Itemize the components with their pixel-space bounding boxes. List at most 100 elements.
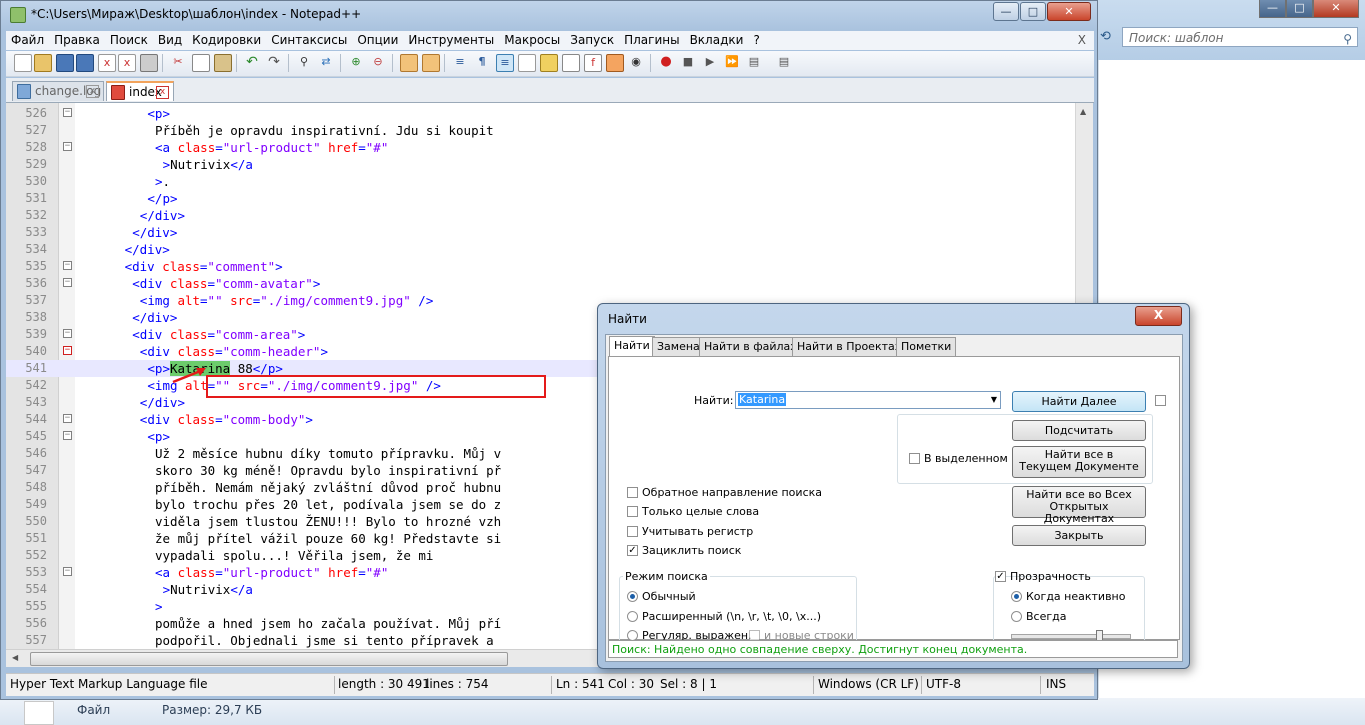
- fold-toggle-icon[interactable]: −: [63, 108, 72, 117]
- find-dialog-title[interactable]: Найти: [608, 312, 647, 326]
- record-macro-icon[interactable]: ●: [658, 54, 674, 70]
- tab-replace[interactable]: Замена: [652, 337, 705, 356]
- paste-icon[interactable]: [214, 54, 232, 72]
- function-list-icon[interactable]: [562, 54, 580, 72]
- menu-macro[interactable]: Макросы: [499, 31, 565, 50]
- sync-vertical-icon[interactable]: [400, 54, 418, 72]
- run-macro-multiple-icon[interactable]: ⏩: [724, 54, 740, 70]
- zoom-out-icon[interactable]: ⊖: [370, 54, 386, 70]
- code-line[interactable]: 528 − <a class="url-product" href="#": [6, 139, 1093, 156]
- chevron-down-icon[interactable]: ▼: [991, 392, 997, 408]
- close-file-icon[interactable]: x: [98, 54, 116, 72]
- tab-index[interactable]: index x: [106, 81, 174, 101]
- menu-tools[interactable]: Инструменты: [403, 31, 499, 50]
- in-selection-checkbox[interactable]: [909, 453, 920, 464]
- menu-encoding[interactable]: Кодировки: [187, 31, 266, 50]
- new-file-icon[interactable]: [14, 54, 32, 72]
- code-line[interactable]: 534 </div>: [6, 241, 1093, 258]
- play-macro-icon[interactable]: ▶: [702, 54, 718, 70]
- transparency-slider[interactable]: [1011, 630, 1131, 643]
- copy-icon[interactable]: [192, 54, 210, 72]
- fold-toggle-icon[interactable]: −: [63, 346, 72, 355]
- close-icon[interactable]: x: [156, 86, 169, 99]
- scroll-up-icon[interactable]: ▲: [1080, 107, 1086, 116]
- explorer-search-input[interactable]: Поиск: шаблон ⚲: [1122, 27, 1358, 47]
- tab-mark[interactable]: Пометки: [896, 337, 957, 356]
- find-all-open-docs-button[interactable]: Найти все во Всех Открытых Документах: [1012, 486, 1146, 525]
- menu-settings[interactable]: Опции: [352, 31, 403, 50]
- horizontal-scroll-thumb[interactable]: [30, 652, 508, 666]
- fold-toggle-icon[interactable]: −: [63, 329, 72, 338]
- sync-horizontal-icon[interactable]: [422, 54, 440, 72]
- doc-map-icon[interactable]: [540, 54, 558, 72]
- fold-toggle-icon[interactable]: −: [63, 567, 72, 576]
- cut-icon[interactable]: ✂: [170, 54, 186, 70]
- search-icon[interactable]: ⚲: [1343, 29, 1352, 49]
- find-what-input[interactable]: Katarina ▼: [735, 391, 1001, 409]
- menu-window[interactable]: Вкладки: [685, 31, 749, 50]
- menu-edit[interactable]: Правка: [49, 31, 105, 50]
- code-line[interactable]: 526 − <p>: [6, 105, 1093, 122]
- transparency-inactive-radio[interactable]: [1011, 591, 1022, 602]
- code-line[interactable]: 529 >Nutrivix</a: [6, 156, 1093, 173]
- tab-change-log[interactable]: change.log x: [12, 81, 104, 101]
- indent-guide-icon[interactable]: ≡: [496, 54, 514, 72]
- explorer-maximize-button[interactable]: □: [1286, 0, 1313, 18]
- monitoring-icon[interactable]: ◉: [628, 54, 644, 70]
- menu-run[interactable]: Запуск: [565, 31, 619, 50]
- stop-macro-icon[interactable]: ■: [680, 54, 696, 70]
- find-next-button[interactable]: Найти Далее: [1012, 391, 1146, 412]
- fold-toggle-icon[interactable]: −: [63, 431, 72, 440]
- toolbar-more-icon[interactable]: ▤: [776, 54, 792, 70]
- fold-toggle-icon[interactable]: −: [63, 261, 72, 270]
- menu-help[interactable]: ?: [748, 31, 764, 50]
- code-line[interactable]: 535 − <div class="comment">: [6, 258, 1093, 275]
- whole-word-checkbox[interactable]: [627, 506, 638, 517]
- find-all-current-doc-button[interactable]: Найти все в Текущем Документе: [1012, 446, 1146, 478]
- code-line[interactable]: 536 − <div class="comm-avatar">: [6, 275, 1093, 292]
- title-bar[interactable]: *C:\Users\Мираж\Desktop\шаблон\index - N…: [1, 1, 1099, 29]
- redo-icon[interactable]: ↷: [266, 54, 282, 70]
- minimize-button[interactable]: —: [993, 2, 1019, 21]
- find-next-extra-checkbox[interactable]: [1155, 395, 1166, 406]
- menu-view[interactable]: Вид: [153, 31, 187, 50]
- open-file-icon[interactable]: [34, 54, 52, 72]
- fold-toggle-icon[interactable]: −: [63, 414, 72, 423]
- print-icon[interactable]: [140, 54, 158, 72]
- transparency-checkbox[interactable]: ✓: [995, 571, 1006, 582]
- replace-icon[interactable]: ⇄: [318, 54, 334, 70]
- show-all-chars-icon[interactable]: ¶: [474, 54, 490, 70]
- wrap-around-checkbox[interactable]: ✓: [627, 545, 638, 556]
- explorer-minimize-button[interactable]: —: [1259, 0, 1286, 18]
- tab-find-in-projects[interactable]: Найти в Проектах: [792, 337, 907, 356]
- undo-icon[interactable]: ↶: [244, 54, 260, 70]
- menu-search[interactable]: Поиск: [105, 31, 153, 50]
- backward-direction-checkbox[interactable]: [627, 487, 638, 498]
- menu-language[interactable]: Синтаксисы: [266, 31, 352, 50]
- word-wrap-icon[interactable]: ≡: [452, 54, 468, 70]
- code-line[interactable]: 527 Příběh je opravdu inspirativní. Jdu s…: [6, 122, 1093, 139]
- save-icon[interactable]: [56, 54, 74, 72]
- close-button[interactable]: ✕: [1047, 2, 1091, 21]
- tab-find[interactable]: Найти: [609, 336, 655, 357]
- find-icon[interactable]: ⚲: [296, 54, 312, 70]
- save-all-icon[interactable]: [76, 54, 94, 72]
- code-line[interactable]: 532 </div>: [6, 207, 1093, 224]
- fold-toggle-icon[interactable]: −: [63, 142, 72, 151]
- code-line[interactable]: 530 >.: [6, 173, 1093, 190]
- close-all-icon[interactable]: x: [118, 54, 136, 72]
- explorer-close-button[interactable]: ✕: [1313, 0, 1359, 18]
- mode-extended-radio[interactable]: [627, 611, 638, 622]
- menu-plugins[interactable]: Плагины: [619, 31, 684, 50]
- menu-file[interactable]: Файл: [6, 31, 49, 50]
- refresh-icon[interactable]: ⟲: [1100, 29, 1111, 44]
- match-case-checkbox[interactable]: [627, 526, 638, 537]
- fold-toggle-icon[interactable]: −: [63, 278, 72, 287]
- find-dialog-close-button[interactable]: X: [1135, 306, 1182, 326]
- code-line[interactable]: 533 </div>: [6, 224, 1093, 241]
- close-dialog-button[interactable]: Закрыть: [1012, 525, 1146, 546]
- udl-icon[interactable]: [518, 54, 536, 72]
- mode-normal-radio[interactable]: [627, 591, 638, 602]
- tab-find-in-files[interactable]: Найти в файлах: [699, 337, 802, 356]
- folder-workspace-icon[interactable]: f: [584, 54, 602, 72]
